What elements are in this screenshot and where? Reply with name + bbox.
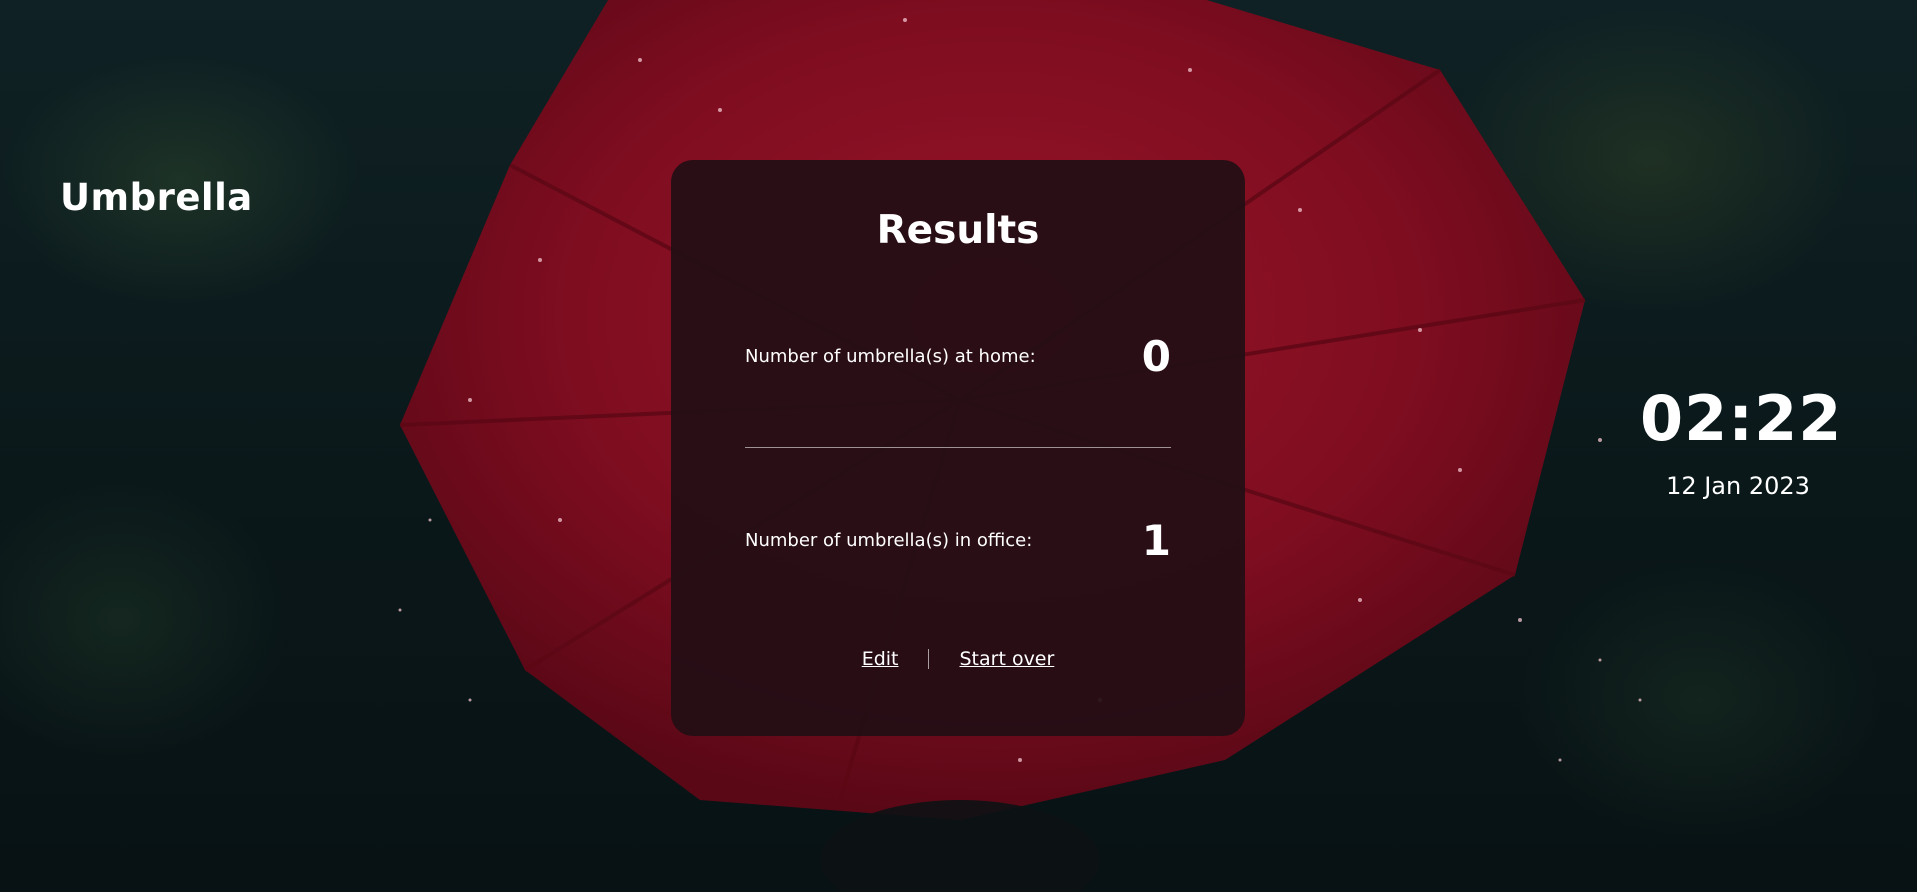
results-divider — [745, 447, 1171, 448]
clock-date: 12 Jan 2023 — [1666, 472, 1810, 500]
actions-separator — [928, 649, 930, 669]
results-actions: Edit Start over — [671, 648, 1245, 670]
clock-widget: 02:22 12 Jan 2023 — [1640, 382, 1843, 501]
app-screen: Umbrella Results Number of umbrella(s) a… — [0, 0, 1917, 892]
clock-time: 02:22 — [1640, 382, 1843, 455]
office-count-row: Number of umbrella(s) in office: 1 — [745, 514, 1171, 566]
office-count-label: Number of umbrella(s) in office: — [745, 529, 1033, 551]
person-silhouette — [820, 800, 1100, 892]
office-count-value: 1 — [1141, 515, 1171, 565]
home-count-value: 0 — [1141, 331, 1171, 381]
home-count-label: Number of umbrella(s) at home: — [745, 345, 1036, 367]
start-over-link[interactable]: Start over — [959, 648, 1054, 670]
app-logo-title: Umbrella — [60, 176, 253, 219]
results-card: Results Number of umbrella(s) at home: 0… — [671, 160, 1245, 736]
home-count-row: Number of umbrella(s) at home: 0 — [745, 330, 1171, 382]
results-title: Results — [876, 208, 1040, 253]
edit-link[interactable]: Edit — [862, 648, 899, 670]
